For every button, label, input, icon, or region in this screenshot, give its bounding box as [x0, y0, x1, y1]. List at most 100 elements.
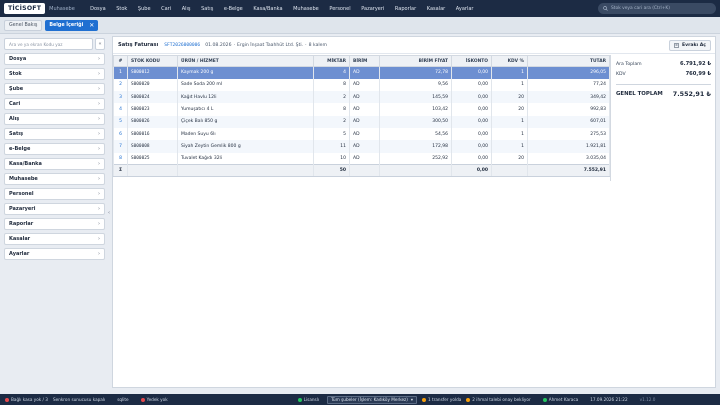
cell-vat: 20 — [491, 152, 528, 165]
col-header-unit-price[interactable]: BİRİM FİYAT — [379, 55, 452, 67]
sidebar-item-satis[interactable]: Satış › — [4, 128, 105, 140]
table-row[interactable]: 3 S000024 Kağıt Havlu 12li 2 AD 145,59 0… — [113, 91, 610, 104]
cell-index: 4 — [113, 103, 128, 116]
grand-total-value: 7.552,91 ₺ — [672, 89, 711, 98]
sidebar-item-label: Muhasebe — [9, 176, 38, 182]
line-items-table: # STOK KODU ÜRÜN / HİZMET MİKTAR BİRİM B… — [113, 55, 610, 178]
sidebar-item-pazaryeri[interactable]: Pazaryeri › — [4, 203, 105, 215]
global-search[interactable]: Stok veya cari ara (Ctrl+K) — [598, 3, 716, 14]
col-header-vat[interactable]: KDV % — [491, 55, 528, 67]
table-totals-row: Σ 50 0,00 7.552,91 — [113, 164, 610, 178]
col-header-quantity[interactable]: MİKTAR — [313, 55, 350, 67]
status-text: v1.12.0 — [639, 397, 656, 402]
branch-select-value[interactable]: Tüm şubeler (İşlem: Kadıköy Merkez) ▾ — [327, 395, 417, 404]
tab-belge-icerigi[interactable]: Belge İçeriği ✕ — [45, 19, 99, 31]
col-header-product[interactable]: ÜRÜN / HİZMET — [177, 55, 314, 67]
cell-stock-code: S000023 — [127, 103, 178, 116]
sidebar-item-muhasebe[interactable]: Muhasebe › — [4, 173, 105, 185]
table-row[interactable]: 6 S000016 Maden Suyu 6lı 5 AD 54,56 0,00… — [113, 127, 610, 141]
open-document-button[interactable]: Evrakı Aç — [668, 40, 711, 51]
menu-sube[interactable]: Şube — [133, 6, 156, 12]
cell-stock-code: S000012 — [127, 66, 178, 79]
grand-total-row: GENEL TOPLAM 7.552,91 ₺ — [616, 84, 711, 98]
chevron-down-icon: ▾ — [410, 397, 413, 402]
cell-total: 296,05 — [527, 66, 610, 79]
chevron-right-icon: › — [98, 236, 100, 242]
table-row[interactable]: 2 S000020 Sade Soda 200 ml 8 AD 9,56 0,0… — [113, 78, 610, 92]
sidebar-item-sube[interactable]: Şube › — [4, 83, 105, 95]
table-header-row: # STOK KODU ÜRÜN / HİZMET MİKTAR BİRİM B… — [113, 55, 610, 67]
menu-muhasebe[interactable]: Muhasebe — [288, 6, 324, 12]
menu-personel[interactable]: Personel — [324, 6, 356, 12]
branch-select[interactable]: Tüm şubeler (İşlem: Kadıköy Merkez) ▾ — [327, 395, 417, 404]
sidebar-item-kasalar[interactable]: Kasalar › — [4, 233, 105, 245]
status-backup: Yedek yok — [140, 397, 168, 402]
sidebar-item-cari[interactable]: Cari › — [4, 98, 105, 110]
cell-vat: 1 — [491, 66, 528, 79]
sidebar-item-dosya[interactable]: Dosya › — [4, 53, 105, 65]
menu-kasalar[interactable]: Kasalar — [421, 6, 450, 12]
status-user[interactable]: Ahmet Karaca — [542, 397, 578, 402]
col-header-stock-code[interactable]: STOK KODU — [127, 55, 178, 67]
sidebar-item-label: Pazaryeri — [9, 206, 36, 212]
grand-total-label: GENEL TOPLAM — [616, 90, 663, 97]
tab-bar: Genel Bakış Belge İçeriği ✕ — [0, 17, 720, 34]
sidebar-item-ebelge[interactable]: e-Belge › — [4, 143, 105, 155]
cell-unit: AD — [349, 152, 380, 165]
menu-ayarlar[interactable]: Ayarlar — [450, 6, 478, 12]
close-icon[interactable]: ✕ — [89, 22, 94, 29]
cell-unit: AD — [349, 91, 380, 104]
cell-vat: 20 — [491, 91, 528, 104]
table-row[interactable]: 7 S000008 Siyah Zeytin Gemlik 800 g 11 A… — [113, 140, 610, 153]
sidebar-item-personel[interactable]: Personel › — [4, 188, 105, 200]
tab-label: Genel Bakış — [9, 22, 38, 28]
sidebar-item-kasa-banka[interactable]: Kasa/Banka › — [4, 158, 105, 170]
document-number[interactable]: SFT2026000006 — [164, 43, 200, 48]
status-text: Yedek yok — [146, 397, 168, 402]
cell-quantity: 8 — [313, 103, 350, 116]
col-header-discount[interactable]: İSKONTO — [451, 55, 492, 67]
sidebar-item-raporlar[interactable]: Raporlar › — [4, 218, 105, 230]
panel-resize-icon[interactable]: ‹ — [108, 210, 110, 216]
table-row[interactable]: 1 S000012 Kaymak 200 g 4 AD 72,78 0,00 1… — [113, 66, 610, 79]
sidebar-item-ayarlar[interactable]: Ayarlar › — [4, 248, 105, 260]
sidebar-search: Ara ve ya ekran Kodu yaz « — [4, 38, 105, 50]
sidebar-collapse-button[interactable]: « — [95, 38, 105, 50]
menu-stok[interactable]: Stok — [111, 6, 133, 12]
menu-cari[interactable]: Cari — [156, 6, 177, 12]
status-dot-icon — [542, 397, 547, 402]
menu-ebelge[interactable]: e-Belge — [219, 6, 248, 12]
table-row[interactable]: 4 S000023 Yumuşatıcı 4 L 8 AD 103,42 0,0… — [113, 103, 610, 116]
menu-dosya[interactable]: Dosya — [85, 6, 111, 12]
status-text: 1 transfer yolda — [428, 397, 462, 402]
sidebar-item-label: Kasa/Banka — [9, 161, 42, 167]
menu-raporlar[interactable]: Raporlar — [390, 6, 422, 12]
table-row[interactable]: 5 S000026 Çiçek Balı 850 g 2 AD 300,50 0… — [113, 115, 610, 128]
sidebar-item-stok[interactable]: Stok › — [4, 68, 105, 80]
cell-product: Yumuşatıcı 4 L — [177, 103, 314, 116]
cell-unit-price: 252,92 — [379, 152, 452, 165]
cell-discount: 0,00 — [451, 127, 492, 141]
cell-quantity: 11 — [313, 140, 350, 153]
cell-product: Kaymak 200 g — [177, 66, 314, 79]
menu-pazaryeri[interactable]: Pazaryeri — [356, 6, 390, 12]
menu-satis[interactable]: Satış — [196, 6, 219, 12]
sidebar-search-input[interactable]: Ara ve ya ekran Kodu yaz — [4, 38, 93, 50]
status-text: Bağlı kasa yok / 3 — [11, 397, 48, 402]
col-header-unit[interactable]: BİRİM — [349, 55, 380, 67]
status-transfer[interactable]: 1 transfer yolda — [422, 397, 461, 402]
table-row[interactable]: 8 S000025 Tuvalet Kağıdı 32li 10 AD 252,… — [113, 152, 610, 165]
cell-index: 6 — [113, 127, 128, 141]
chevron-right-icon: › — [98, 116, 100, 122]
cell-stock-code: S000016 — [127, 127, 178, 141]
sidebar-item-alis[interactable]: Alış › — [4, 113, 105, 125]
col-header-total[interactable]: TUTAR — [527, 55, 610, 67]
status-approvals[interactable]: 2 ihmal talebi onay bekliyor — [466, 397, 531, 402]
tab-genel-bakis[interactable]: Genel Bakış — [4, 19, 43, 31]
menu-kasa-banka[interactable]: Kasa/Banka — [248, 6, 288, 12]
cell-total: 3.035,04 — [527, 152, 610, 165]
menu-alis[interactable]: Alış — [176, 6, 195, 12]
cell-empty — [491, 164, 528, 178]
cell-stock-code: S000008 — [127, 140, 178, 153]
open-document-label: Evrakı Aç — [681, 43, 706, 48]
